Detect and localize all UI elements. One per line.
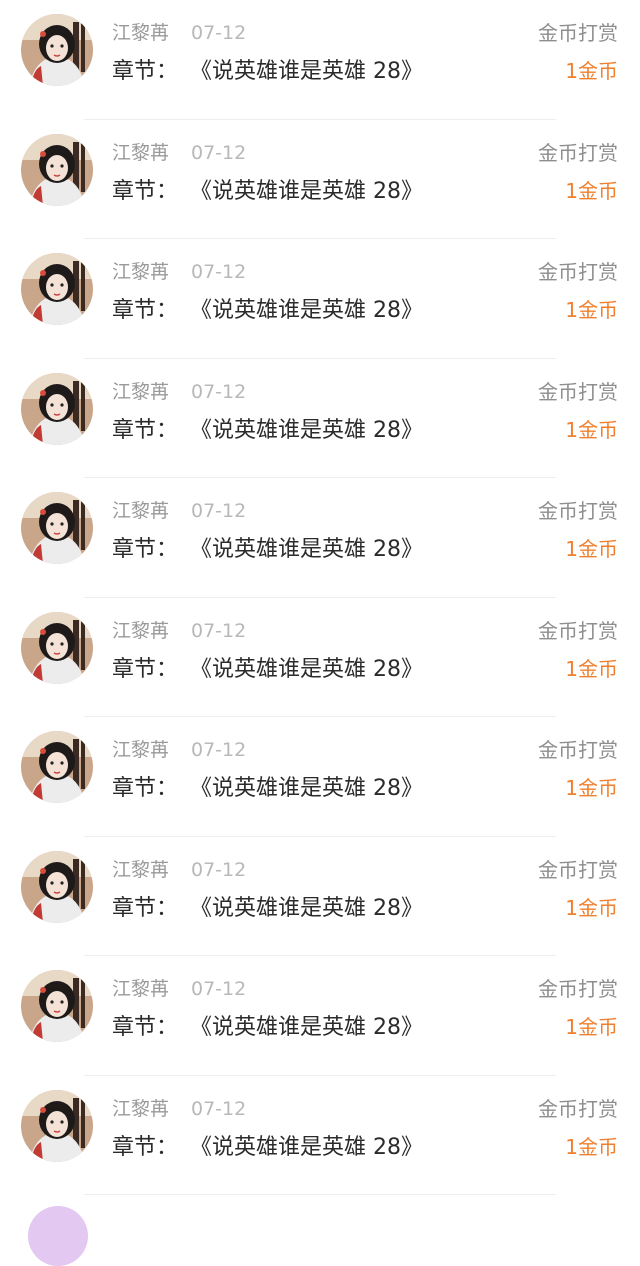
commenter-name[interactable]: 江黎苒 — [112, 1097, 169, 1121]
reward-amount: 1金币 — [565, 1015, 618, 1039]
chapter-title: 《说英雄谁是英雄 28》 — [190, 1134, 423, 1160]
commenter-name[interactable]: 江黎苒 — [112, 738, 169, 762]
chapter-line[interactable]: 章节： 《说英雄谁是英雄 28》 — [112, 1133, 423, 1163]
chapter-label: 章节： — [112, 776, 179, 801]
divider — [84, 1194, 556, 1195]
reward-type: 金币打赏 — [538, 977, 618, 1001]
avatar[interactable] — [21, 850, 93, 923]
chapter-title: 《说英雄谁是英雄 28》 — [190, 537, 423, 562]
chapter-title: 《说英雄谁是英雄 28》 — [190, 656, 423, 682]
chapter-line[interactable]: 章节： 《说英雄谁是英雄 28》 — [112, 296, 423, 326]
comment-date: 07-12 — [191, 141, 247, 164]
commenter-name[interactable]: 江黎苒 — [112, 499, 169, 523]
reward-type: 金币打赏 — [538, 499, 618, 523]
list-item[interactable]: 江黎苒 07-12 章节： 《说英雄谁是英雄 28》 金币打赏 1金币 — [0, 478, 640, 598]
commenter-name[interactable]: 江黎苒 — [112, 21, 169, 45]
chapter-label: 章节： — [112, 895, 179, 921]
avatar[interactable] — [21, 133, 93, 206]
chapter-title: 《说英雄谁是英雄 28》 — [190, 776, 423, 801]
avatar[interactable] — [21, 731, 93, 803]
commenter-name[interactable]: 江黎苒 — [112, 619, 169, 643]
reward-amount: 1金币 — [565, 776, 618, 800]
reward-type: 金币打赏 — [538, 260, 618, 284]
list-item[interactable]: 江黎苒 07-12 章节： 《说英雄谁是英雄 28》 金币打赏 1金币 — [0, 120, 640, 239]
commenter-name[interactable]: 江黎苒 — [112, 977, 169, 1001]
chapter-line[interactable]: 章节： 《说英雄谁是英雄 28》 — [112, 416, 423, 446]
chapter-line[interactable]: 章节： 《说英雄谁是英雄 28》 — [112, 57, 423, 87]
chapter-label: 章节： — [112, 178, 179, 204]
reward-amount: 1金币 — [565, 656, 618, 681]
avatar[interactable] — [21, 372, 93, 445]
avatar[interactable] — [21, 970, 93, 1042]
comment-date: 07-12 — [191, 500, 247, 522]
reward-type: 金币打赏 — [538, 1096, 618, 1121]
reward-amount: 1金币 — [565, 59, 618, 83]
commenter-name[interactable]: 江黎苒 — [112, 141, 169, 165]
reward-list: 江黎苒 07-12 章节： 《说英雄谁是英雄 28》 金币打赏 1金币 江黎苒 … — [0, 0, 640, 1195]
chapter-title: 《说英雄谁是英雄 28》 — [190, 895, 423, 921]
list-item[interactable]: 江黎苒 07-12 章节： 《说英雄谁是英雄 28》 金币打赏 1金币 — [0, 598, 640, 717]
chapter-label: 章节： — [112, 417, 179, 443]
avatar[interactable] — [21, 611, 93, 684]
list-item[interactable]: 江黎苒 07-12 章节： 《说英雄谁是英雄 28》 金币打赏 1金币 — [0, 837, 640, 956]
chapter-label: 章节： — [112, 1134, 179, 1160]
list-item[interactable]: 江黎苒 07-12 章节： 《说英雄谁是英雄 28》 金币打赏 1金币 — [0, 1076, 640, 1195]
reward-type: 金币打赏 — [538, 140, 618, 165]
comment-date: 07-12 — [191, 978, 247, 1000]
reward-type: 金币打赏 — [538, 857, 618, 882]
avatar[interactable] — [21, 253, 93, 325]
reward-type: 金币打赏 — [538, 738, 618, 762]
chapter-title: 《说英雄谁是英雄 28》 — [190, 1015, 423, 1040]
chapter-label: 章节： — [112, 298, 179, 323]
chapter-label: 章节： — [112, 59, 179, 84]
reward-type: 金币打赏 — [538, 21, 618, 45]
comment-date: 07-12 — [191, 619, 247, 642]
chapter-label: 章节： — [112, 656, 179, 682]
chapter-line[interactable]: 章节： 《说英雄谁是英雄 28》 — [112, 655, 423, 685]
comment-date: 07-12 — [191, 22, 247, 44]
chapter-line[interactable]: 章节： 《说英雄谁是英雄 28》 — [112, 1013, 423, 1043]
reward-type: 金币打赏 — [538, 618, 618, 643]
chapter-line[interactable]: 章节： 《说英雄谁是英雄 28》 — [112, 177, 423, 207]
comment-date: 07-12 — [191, 380, 247, 403]
chapter-title: 《说英雄谁是英雄 28》 — [190, 59, 423, 84]
reward-amount: 1金币 — [565, 1134, 618, 1159]
list-item[interactable]: 江黎苒 07-12 章节： 《说英雄谁是英雄 28》 金币打赏 1金币 — [0, 717, 640, 837]
reward-amount: 1金币 — [565, 417, 618, 442]
chapter-title: 《说英雄谁是英雄 28》 — [190, 178, 423, 204]
chapter-label: 章节： — [112, 1015, 179, 1040]
comment-date: 07-12 — [191, 1097, 247, 1120]
avatar-partial[interactable] — [28, 1206, 88, 1266]
chapter-line[interactable]: 章节： 《说英雄谁是英雄 28》 — [112, 774, 423, 804]
reward-amount: 1金币 — [565, 178, 618, 203]
chapter-label: 章节： — [112, 537, 179, 562]
reward-type: 金币打赏 — [538, 379, 618, 404]
comment-date: 07-12 — [191, 261, 247, 283]
comment-date: 07-12 — [191, 739, 247, 761]
comment-date: 07-12 — [191, 858, 247, 881]
reward-amount: 1金币 — [565, 537, 618, 561]
commenter-name[interactable]: 江黎苒 — [112, 858, 169, 882]
commenter-name[interactable]: 江黎苒 — [112, 260, 169, 284]
list-item[interactable]: 江黎苒 07-12 章节： 《说英雄谁是英雄 28》 金币打赏 1金币 — [0, 239, 640, 359]
reward-amount: 1金币 — [565, 895, 618, 920]
avatar[interactable] — [21, 492, 93, 564]
list-item[interactable]: 江黎苒 07-12 章节： 《说英雄谁是英雄 28》 金币打赏 1金币 — [0, 0, 640, 120]
chapter-line[interactable]: 章节： 《说英雄谁是英雄 28》 — [112, 535, 423, 565]
chapter-title: 《说英雄谁是英雄 28》 — [190, 417, 423, 443]
commenter-name[interactable]: 江黎苒 — [112, 380, 169, 404]
reward-amount: 1金币 — [565, 298, 618, 322]
list-item[interactable]: 江黎苒 07-12 章节： 《说英雄谁是英雄 28》 金币打赏 1金币 — [0, 956, 640, 1076]
avatar[interactable] — [21, 14, 93, 86]
chapter-line[interactable]: 章节： 《说英雄谁是英雄 28》 — [112, 894, 423, 924]
avatar[interactable] — [21, 1089, 93, 1162]
chapter-title: 《说英雄谁是英雄 28》 — [190, 298, 423, 323]
list-item[interactable]: 江黎苒 07-12 章节： 《说英雄谁是英雄 28》 金币打赏 1金币 — [0, 359, 640, 478]
